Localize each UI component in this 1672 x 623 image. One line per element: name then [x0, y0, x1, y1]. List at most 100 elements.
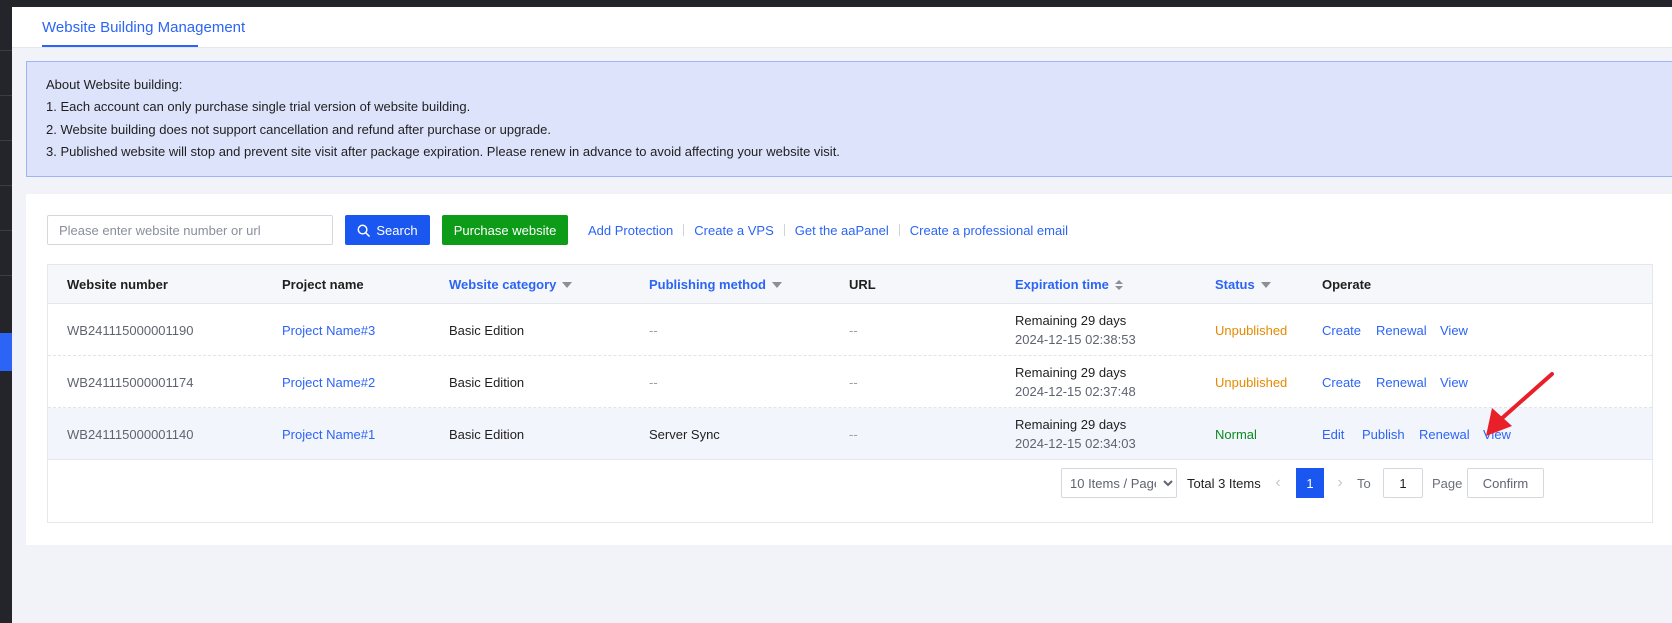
publishing-method-cell: Server Sync — [649, 426, 720, 442]
create-vps-link[interactable]: Create a VPS — [694, 223, 774, 238]
filter-caret-icon[interactable] — [772, 281, 782, 288]
publish-action-link[interactable]: Publish — [1362, 408, 1405, 460]
search-button[interactable]: Search — [345, 215, 430, 245]
sidebar-divider — [0, 95, 12, 96]
notice-title: About Website building: — [46, 77, 183, 92]
column-header-label: Status — [1215, 277, 1255, 292]
edit-action-link[interactable]: Edit — [1322, 408, 1344, 460]
filter-caret-icon[interactable] — [1260, 281, 1271, 288]
expiration-cell: Remaining 29 days 2024-12-15 02:38:53 — [1015, 304, 1136, 356]
page-size-select[interactable]: 10 Items / Page — [1061, 468, 1177, 498]
main-content: Website Building Management About Websit… — [12, 7, 1672, 623]
purchase-website-button[interactable]: Purchase website — [442, 215, 568, 245]
jump-to-label: To — [1357, 475, 1371, 491]
chevron-left-icon[interactable]: ‹ — [1271, 468, 1285, 498]
link-separator — [783, 224, 785, 236]
website-number-cell: WB241115000001190 — [67, 322, 194, 338]
column-header-operate: Operate — [1322, 265, 1371, 304]
column-header-label: Publishing method — [649, 277, 766, 292]
remaining-days: Remaining 29 days — [1015, 417, 1127, 432]
column-header-label: Operate — [1322, 277, 1372, 292]
website-list-panel: Search Purchase website Add Protection C… — [26, 194, 1672, 545]
publishing-method-cell: -- — [649, 322, 658, 338]
link-separator — [683, 224, 685, 236]
active-tab-underline — [42, 45, 198, 47]
expiration-datetime: 2024-12-15 02:34:03 — [1015, 436, 1136, 451]
table-row: WB241115000001190 Project Name#3 Basic E… — [48, 304, 1652, 356]
column-header-label: Expiration time — [1015, 277, 1109, 292]
publishing-method-cell: -- — [649, 374, 658, 390]
page-header: Website Building Management — [12, 7, 1672, 48]
tab-website-building-management[interactable]: Website Building Management — [42, 19, 245, 36]
remaining-days: Remaining 29 days — [1015, 313, 1127, 328]
chevron-right-icon[interactable]: › — [1333, 468, 1347, 498]
notice-item: 1. Each account can only purchase single… — [46, 99, 471, 114]
website-number-cell: WB241115000001174 — [67, 374, 194, 390]
expiration-datetime: 2024-12-15 02:38:53 — [1015, 332, 1136, 347]
status-badge: Normal — [1215, 426, 1257, 442]
column-header-expiration-time[interactable]: Expiration time — [1015, 265, 1123, 304]
search-icon — [357, 224, 371, 237]
renewal-action-link[interactable]: Renewal — [1376, 304, 1427, 356]
filter-caret-icon[interactable] — [562, 281, 573, 288]
expiration-cell: Remaining 29 days 2024-12-15 02:37:48 — [1015, 356, 1136, 408]
sort-icon[interactable] — [1114, 279, 1123, 290]
annotation-arrow-icon — [1486, 372, 1554, 436]
page-number-button[interactable]: 1 — [1296, 468, 1324, 498]
column-header-status[interactable]: Status — [1215, 265, 1271, 304]
page-suffix-label: Page — [1432, 475, 1463, 491]
renewal-action-link[interactable]: Renewal — [1419, 408, 1470, 460]
add-protection-link[interactable]: Add Protection — [588, 223, 673, 238]
column-header-label: Project name — [282, 277, 364, 292]
column-header-website-category[interactable]: Website category — [449, 265, 573, 304]
create-action-link[interactable]: Create — [1322, 356, 1361, 408]
column-header-website-number: Website number — [67, 265, 168, 304]
website-category-cell: Basic Edition — [449, 322, 525, 338]
expiration-cell: Remaining 29 days 2024-12-15 02:34:03 — [1015, 408, 1136, 460]
project-name-link[interactable]: Project Name#3 — [282, 304, 375, 356]
view-action-link[interactable]: View — [1440, 304, 1468, 356]
url-cell: -- — [849, 426, 858, 442]
remaining-days: Remaining 29 days — [1015, 365, 1127, 380]
project-name-link[interactable]: Project Name#2 — [282, 356, 375, 408]
create-professional-email-link[interactable]: Create a professional email — [910, 223, 1068, 238]
confirm-button[interactable]: Confirm — [1467, 468, 1544, 498]
sidebar-divider — [0, 50, 12, 51]
website-table: Website number Project name Website cate… — [47, 264, 1653, 523]
search-button-label: Search — [376, 222, 418, 238]
website-category-cell: Basic Edition — [449, 426, 525, 442]
create-action-link[interactable]: Create — [1322, 304, 1361, 356]
notice-item: 2. Website building does not support can… — [46, 122, 551, 137]
column-header-label: URL — [849, 277, 876, 292]
quick-links: Add Protection Create a VPS Get the aaPa… — [588, 215, 1068, 245]
get-aapanel-link[interactable]: Get the aaPanel — [795, 223, 889, 238]
view-action-link[interactable]: View — [1440, 356, 1468, 408]
project-name-link[interactable]: Project Name#1 — [282, 408, 375, 460]
expiration-datetime: 2024-12-15 02:37:48 — [1015, 384, 1136, 399]
table-row: WB241115000001140 Project Name#1 Basic E… — [48, 408, 1652, 460]
sidebar-divider — [0, 275, 12, 276]
sidebar-active-indicator[interactable] — [0, 333, 12, 371]
page-jump-input[interactable] — [1383, 468, 1423, 498]
website-number-cell: WB241115000001140 — [67, 426, 194, 442]
sidebar-divider — [0, 230, 12, 231]
website-category-cell: Basic Edition — [449, 374, 525, 390]
url-cell: -- — [849, 374, 858, 390]
table-header: Website number Project name Website cate… — [48, 265, 1652, 304]
table-row: WB241115000001174 Project Name#2 Basic E… — [48, 356, 1652, 408]
search-input[interactable] — [47, 215, 333, 245]
total-items-label: Total 3 Items — [1187, 475, 1261, 491]
column-header-publishing-method[interactable]: Publishing method — [649, 265, 782, 304]
sidebar-divider — [0, 140, 12, 141]
link-separator — [898, 224, 900, 236]
left-sidebar-strip — [0, 0, 12, 623]
column-header-project-name: Project name — [282, 265, 364, 304]
column-header-url: URL — [849, 265, 876, 304]
url-cell: -- — [849, 322, 858, 338]
status-badge: Unpublished — [1215, 322, 1288, 338]
column-header-label: Website category — [449, 277, 557, 292]
renewal-action-link[interactable]: Renewal — [1376, 356, 1427, 408]
sidebar-divider — [0, 185, 12, 186]
notice-item: 3. Published website will stop and preve… — [46, 144, 840, 159]
column-header-label: Website number — [67, 277, 168, 292]
